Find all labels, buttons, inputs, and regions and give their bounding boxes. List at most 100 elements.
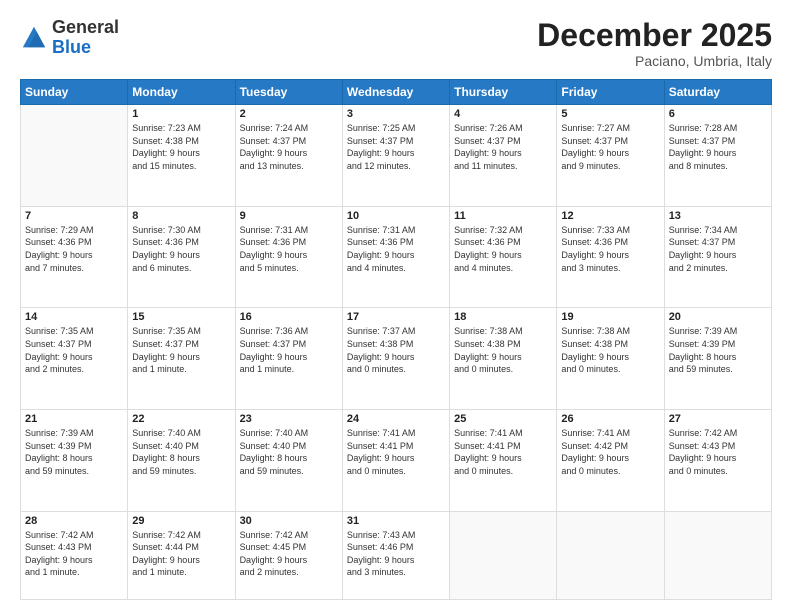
calendar-cell — [21, 105, 128, 207]
cell-content: Sunrise: 7:39 AMSunset: 4:39 PMDaylight:… — [25, 427, 123, 477]
calendar-cell: 20 Sunrise: 7:39 AMSunset: 4:39 PMDayligh… — [664, 308, 771, 410]
day-number: 2 — [240, 108, 338, 120]
day-number: 15 — [132, 311, 230, 323]
cell-content: Sunrise: 7:39 AMSunset: 4:39 PMDaylight:… — [669, 325, 767, 375]
cell-content: Sunrise: 7:42 AMSunset: 4:43 PMDaylight:… — [669, 427, 767, 477]
calendar-cell: 5 Sunrise: 7:27 AMSunset: 4:37 PMDaylight… — [557, 105, 664, 207]
logo-text: General Blue — [52, 18, 119, 58]
calendar-cell: 17 Sunrise: 7:37 AMSunset: 4:38 PMDayligh… — [342, 308, 449, 410]
day-number: 18 — [454, 311, 552, 323]
cell-content: Sunrise: 7:41 AMSunset: 4:41 PMDaylight:… — [347, 427, 445, 477]
week-row-2: 7 Sunrise: 7:29 AMSunset: 4:36 PMDaylight… — [21, 206, 772, 308]
day-number: 16 — [240, 311, 338, 323]
cell-content: Sunrise: 7:37 AMSunset: 4:38 PMDaylight:… — [347, 325, 445, 375]
calendar-cell: 28 Sunrise: 7:42 AMSunset: 4:43 PMDayligh… — [21, 511, 128, 599]
weekday-header-thursday: Thursday — [450, 80, 557, 105]
cell-content: Sunrise: 7:31 AMSunset: 4:36 PMDaylight:… — [240, 224, 338, 274]
day-number: 31 — [347, 515, 445, 527]
day-number: 10 — [347, 210, 445, 222]
calendar-cell: 6Sunrise: 7:28 AMSunset: 4:37 PMDaylight… — [664, 105, 771, 207]
day-number: 26 — [561, 413, 659, 425]
weekday-header-saturday: Saturday — [664, 80, 771, 105]
day-number: 17 — [347, 311, 445, 323]
cell-content: Sunrise: 7:42 AMSunset: 4:44 PMDaylight:… — [132, 529, 230, 579]
cell-content: Sunrise: 7:30 AMSunset: 4:36 PMDaylight:… — [132, 224, 230, 274]
calendar-cell — [664, 511, 771, 599]
calendar-cell — [450, 511, 557, 599]
weekday-header-row: SundayMondayTuesdayWednesdayThursdayFrid… — [21, 80, 772, 105]
logo: General Blue — [20, 18, 119, 58]
calendar-cell: 16 Sunrise: 7:36 AMSunset: 4:37 PMDayligh… — [235, 308, 342, 410]
calendar-cell: 14Sunrise: 7:35 AMSunset: 4:37 PMDayligh… — [21, 308, 128, 410]
calendar-cell: 21 Sunrise: 7:39 AMSunset: 4:39 PMDayligh… — [21, 409, 128, 511]
weekday-header-monday: Monday — [128, 80, 235, 105]
week-row-3: 14Sunrise: 7:35 AMSunset: 4:37 PMDayligh… — [21, 308, 772, 410]
cell-content: Sunrise: 7:26 AMSunset: 4:37 PMDaylight:… — [454, 122, 552, 172]
cell-content: Sunrise: 7:42 AMSunset: 4:43 PMDaylight:… — [25, 529, 123, 579]
cell-content: Sunrise: 7:28 AMSunset: 4:37 PMDaylight:… — [669, 122, 767, 172]
day-number: 24 — [347, 413, 445, 425]
calendar-cell: 10 Sunrise: 7:31 AMSunset: 4:36 PMDayligh… — [342, 206, 449, 308]
day-number: 5 — [561, 108, 659, 120]
cell-content: Sunrise: 7:33 AMSunset: 4:36 PMDaylight:… — [561, 224, 659, 274]
cell-content: Sunrise: 7:29 AMSunset: 4:36 PMDaylight:… — [25, 224, 123, 274]
calendar-cell: 19Sunrise: 7:38 AMSunset: 4:38 PMDayligh… — [557, 308, 664, 410]
cell-content: Sunrise: 7:36 AMSunset: 4:37 PMDaylight:… — [240, 325, 338, 375]
day-number: 1 — [132, 108, 230, 120]
day-number: 20 — [669, 311, 767, 323]
calendar-cell: 15 Sunrise: 7:35 AMSunset: 4:37 PMDayligh… — [128, 308, 235, 410]
weekday-header-friday: Friday — [557, 80, 664, 105]
cell-content: Sunrise: 7:38 AMSunset: 4:38 PMDaylight:… — [454, 325, 552, 375]
cell-content: Sunrise: 7:35 AMSunset: 4:37 PMDaylight:… — [132, 325, 230, 375]
logo-general: General — [52, 17, 119, 37]
cell-content: Sunrise: 7:27 AMSunset: 4:37 PMDaylight:… — [561, 122, 659, 172]
day-number: 29 — [132, 515, 230, 527]
calendar-cell: 29 Sunrise: 7:42 AMSunset: 4:44 PMDayligh… — [128, 511, 235, 599]
calendar-cell: 2 Sunrise: 7:24 AMSunset: 4:37 PMDaylight… — [235, 105, 342, 207]
day-number: 7 — [25, 210, 123, 222]
day-number: 12 — [561, 210, 659, 222]
weekday-header-wednesday: Wednesday — [342, 80, 449, 105]
title-block: December 2025 Paciano, Umbria, Italy — [537, 18, 772, 69]
day-number: 11 — [454, 210, 552, 222]
day-number: 28 — [25, 515, 123, 527]
cell-content: Sunrise: 7:35 AMSunset: 4:37 PMDaylight:… — [25, 325, 123, 375]
calendar-cell: 12 Sunrise: 7:33 AMSunset: 4:36 PMDayligh… — [557, 206, 664, 308]
cell-content: Sunrise: 7:40 AMSunset: 4:40 PMDaylight:… — [240, 427, 338, 477]
day-number: 25 — [454, 413, 552, 425]
calendar-cell: 31 Sunrise: 7:43 AMSunset: 4:46 PMDayligh… — [342, 511, 449, 599]
calendar-cell: 18 Sunrise: 7:38 AMSunset: 4:38 PMDayligh… — [450, 308, 557, 410]
header: General Blue December 2025 Paciano, Umbr… — [20, 18, 772, 69]
day-number: 21 — [25, 413, 123, 425]
day-number: 9 — [240, 210, 338, 222]
month-title: December 2025 — [537, 18, 772, 53]
day-number: 22 — [132, 413, 230, 425]
cell-content: Sunrise: 7:34 AMSunset: 4:37 PMDaylight:… — [669, 224, 767, 274]
calendar-cell: 7 Sunrise: 7:29 AMSunset: 4:36 PMDaylight… — [21, 206, 128, 308]
cell-content: Sunrise: 7:23 AMSunset: 4:38 PMDaylight:… — [132, 122, 230, 172]
day-number: 27 — [669, 413, 767, 425]
calendar: SundayMondayTuesdayWednesdayThursdayFrid… — [20, 79, 772, 600]
week-row-4: 21 Sunrise: 7:39 AMSunset: 4:39 PMDayligh… — [21, 409, 772, 511]
cell-content: Sunrise: 7:24 AMSunset: 4:37 PMDaylight:… — [240, 122, 338, 172]
cell-content: Sunrise: 7:41 AMSunset: 4:42 PMDaylight:… — [561, 427, 659, 477]
cell-content: Sunrise: 7:25 AMSunset: 4:37 PMDaylight:… — [347, 122, 445, 172]
calendar-cell: 3Sunrise: 7:25 AMSunset: 4:37 PMDaylight… — [342, 105, 449, 207]
day-number: 23 — [240, 413, 338, 425]
day-number: 30 — [240, 515, 338, 527]
calendar-cell: 30Sunrise: 7:42 AMSunset: 4:45 PMDayligh… — [235, 511, 342, 599]
day-number: 8 — [132, 210, 230, 222]
page: General Blue December 2025 Paciano, Umbr… — [0, 0, 792, 612]
day-number: 13 — [669, 210, 767, 222]
day-number: 4 — [454, 108, 552, 120]
week-row-1: 1 Sunrise: 7:23 AMSunset: 4:38 PMDaylight… — [21, 105, 772, 207]
cell-content: Sunrise: 7:43 AMSunset: 4:46 PMDaylight:… — [347, 529, 445, 579]
calendar-cell: 24 Sunrise: 7:41 AMSunset: 4:41 PMDayligh… — [342, 409, 449, 511]
logo-blue: Blue — [52, 37, 91, 57]
cell-content: Sunrise: 7:40 AMSunset: 4:40 PMDaylight:… — [132, 427, 230, 477]
calendar-cell: 9 Sunrise: 7:31 AMSunset: 4:36 PMDaylight… — [235, 206, 342, 308]
cell-content: Sunrise: 7:31 AMSunset: 4:36 PMDaylight:… — [347, 224, 445, 274]
calendar-cell — [557, 511, 664, 599]
cell-content: Sunrise: 7:38 AMSunset: 4:38 PMDaylight:… — [561, 325, 659, 375]
calendar-cell: 22 Sunrise: 7:40 AMSunset: 4:40 PMDayligh… — [128, 409, 235, 511]
